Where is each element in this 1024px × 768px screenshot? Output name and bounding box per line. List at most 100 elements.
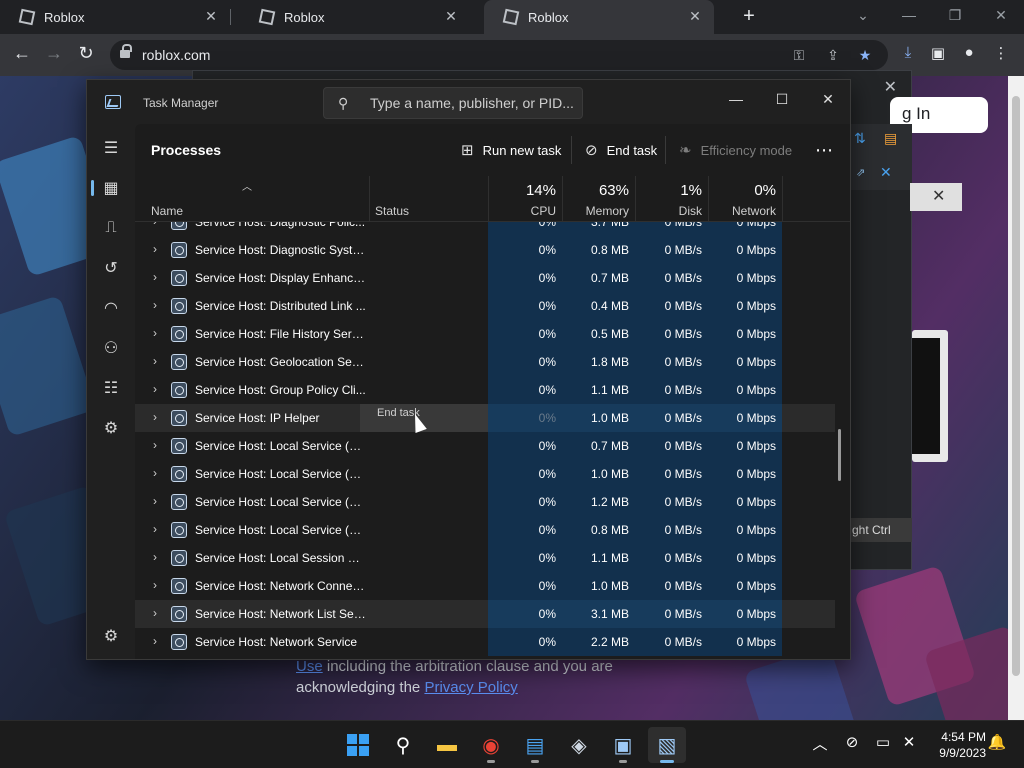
download-icon[interactable]: ⤓ xyxy=(897,44,919,61)
search-taskbar-icon[interactable]: ⚲ xyxy=(384,727,422,763)
profile-icon[interactable]: ● xyxy=(958,44,980,61)
show-hidden-icons-chevron-icon[interactable]: ︿ xyxy=(809,733,831,754)
restore-icon[interactable]: ❐ xyxy=(932,0,978,30)
start-button[interactable] xyxy=(339,727,377,763)
display-icon[interactable]: ▭ xyxy=(872,733,894,751)
vm-close-icon[interactable]: ✕ xyxy=(880,164,892,181)
page-scrollbar[interactable] xyxy=(1008,76,1024,720)
table-row[interactable]: › Service Host: Diagnostic Syste... 0% 0.8 … xyxy=(135,236,835,264)
table-row[interactable]: › Service Host: Network Connec... 0% 1.0 MB… xyxy=(135,572,835,600)
nav-details-icon[interactable]: ☷ xyxy=(91,370,131,406)
expand-chevron-icon[interactable]: › xyxy=(153,466,163,480)
notification-bell-icon[interactable]: 🔔 xyxy=(986,733,1008,751)
table-row[interactable]: › Service Host: File History Servi... 0% 0.… xyxy=(135,320,835,348)
vm-pin-icon[interactable]: ⇗ xyxy=(856,166,865,179)
expand-chevron-icon[interactable]: › xyxy=(153,606,163,620)
expand-chevron-icon[interactable]: › xyxy=(153,298,163,312)
share-icon[interactable]: ⇪ xyxy=(824,47,842,64)
privacy-policy-link[interactable]: Privacy Policy xyxy=(424,679,517,696)
column-divider[interactable] xyxy=(488,176,489,222)
run-new-task-button[interactable]: ⊞ Run new task xyxy=(461,138,561,162)
virtualbox-icon[interactable]: ◈ xyxy=(560,727,598,763)
notepad-icon[interactable]: ▤ xyxy=(516,727,554,763)
table-row[interactable]: › Service Host: Group Policy Cli... 0% 1.1 … xyxy=(135,376,835,404)
expand-chevron-icon[interactable]: › xyxy=(153,578,163,592)
nav-startup-apps-icon[interactable]: ◠ xyxy=(91,290,131,326)
url-text[interactable]: roblox.com xyxy=(142,47,210,63)
expand-chevron-icon[interactable]: › xyxy=(153,438,163,452)
table-row[interactable]: › Service Host: Distributed Link ... 0% 0.4… xyxy=(135,292,835,320)
tab-search-icon[interactable]: ⌄ xyxy=(840,0,886,30)
table-row[interactable]: › Service Host: Local Service (N... 0% 0.8 … xyxy=(135,516,835,544)
close-window-icon[interactable]: ✕ xyxy=(805,84,850,114)
task-manager-titlebar[interactable]: Task Manager ⚲ — ☐ ✕ xyxy=(87,80,850,124)
column-status[interactable]: Status xyxy=(369,176,488,222)
nav-performance-icon[interactable]: ⎍ xyxy=(91,210,131,246)
expand-chevron-icon[interactable]: › xyxy=(153,494,163,508)
search-input[interactable] xyxy=(370,94,574,112)
column-divider[interactable] xyxy=(562,176,563,222)
expand-chevron-icon[interactable]: › xyxy=(153,522,163,536)
terms-of-use-link[interactable]: Use xyxy=(296,658,323,675)
browser-tab-1[interactable]: Roblox ✕ xyxy=(0,0,231,34)
system-clock[interactable]: 4:54 PM 9/9/2023 xyxy=(930,729,986,761)
close-tab-icon[interactable]: ✕ xyxy=(686,8,704,25)
reload-icon[interactable]: ↻ xyxy=(74,43,98,64)
efficiency-mode-button[interactable]: ❧ Efficiency mode xyxy=(679,138,792,162)
table-row[interactable]: › Service Host: Local Service (N... 0% 1.2 … xyxy=(135,488,835,516)
key-icon[interactable]: ⚿ xyxy=(790,47,808,64)
chrome-icon[interactable]: ◉ xyxy=(472,727,510,763)
close-icon[interactable]: ✕ xyxy=(884,77,897,97)
hamburger-menu-icon[interactable]: ☰ xyxy=(91,130,131,166)
nav-processes-icon[interactable]: ▦ xyxy=(91,170,131,206)
settings-gear-icon[interactable]: ⚙ xyxy=(91,618,131,654)
column-divider[interactable] xyxy=(708,176,709,222)
table-row[interactable]: › Service Host: IP Helper 0% 1.0 MB 0 MB/s 0 … xyxy=(135,404,835,432)
process-list-scrollbar[interactable] xyxy=(838,429,841,481)
new-tab-button[interactable]: + xyxy=(738,5,760,28)
minimize-icon[interactable]: — xyxy=(886,0,932,30)
expand-chevron-icon[interactable]: › xyxy=(153,410,163,424)
table-row[interactable]: › Service Host: Local Session M... 0% 1.1 M… xyxy=(135,544,835,572)
table-row[interactable]: › Service Host: Network Service 0% 2.2 MB 0 … xyxy=(135,628,835,656)
address-bar[interactable]: roblox.com ⚿ ⇪ ★ xyxy=(110,40,888,70)
network-icon[interactable]: ⊘ xyxy=(841,733,863,751)
expand-chevron-icon[interactable]: › xyxy=(153,242,163,256)
column-network[interactable]: 0% Network xyxy=(708,176,782,222)
column-name[interactable]: Name xyxy=(135,176,369,222)
expand-chevron-icon[interactable]: › xyxy=(153,382,163,396)
nav-users-icon[interactable]: ⚇ xyxy=(91,330,131,366)
page-scrollbar-thumb[interactable] xyxy=(1012,96,1020,676)
expand-chevron-icon[interactable]: › xyxy=(153,354,163,368)
close-tab-icon[interactable]: ✕ xyxy=(442,8,460,25)
browser-tab-2[interactable]: Roblox ✕ xyxy=(240,0,470,34)
more-options-icon[interactable]: ⋯ xyxy=(815,138,833,162)
close-tab-icon[interactable]: ✕ xyxy=(202,8,220,25)
table-row[interactable]: › Service Host: Network List Ser... 0% 3.1 … xyxy=(135,600,835,628)
nav-services-icon[interactable]: ⚙ xyxy=(91,410,131,446)
minimize-icon[interactable]: — xyxy=(713,84,759,114)
column-divider[interactable] xyxy=(369,176,370,222)
table-row[interactable]: › Service Host: Display Enhance... 0% 0.7 M… xyxy=(135,264,835,292)
side-panel-icon[interactable]: ▣ xyxy=(927,44,949,62)
volume-muted-icon[interactable]: ✕ xyxy=(898,733,920,751)
task-manager-taskbar-icon[interactable]: ▧ xyxy=(648,727,686,763)
column-divider[interactable] xyxy=(635,176,636,222)
expand-chevron-icon[interactable]: › xyxy=(153,550,163,564)
vm-display-icon[interactable]: ▤ xyxy=(884,130,897,147)
bookmark-star-icon[interactable]: ★ xyxy=(856,47,874,64)
expand-chevron-icon[interactable]: › xyxy=(153,634,163,648)
close-window-icon[interactable]: ✕ xyxy=(978,0,1024,30)
table-row[interactable]: › Service Host: Local Service (N... 0% 1.0 … xyxy=(135,460,835,488)
expand-chevron-icon[interactable]: › xyxy=(153,270,163,284)
column-cpu[interactable]: 14% CPU xyxy=(488,176,562,222)
file-explorer-icon[interactable]: ▬ xyxy=(428,727,466,763)
back-arrow-icon[interactable]: ← xyxy=(10,43,34,64)
vm-settings-icon[interactable]: ⇅ xyxy=(854,130,866,147)
vm-icon[interactable]: ▣ xyxy=(604,727,642,763)
nav-app-history-icon[interactable]: ↺ xyxy=(91,250,131,286)
maximize-icon[interactable]: ☐ xyxy=(759,84,805,114)
table-row[interactable]: › Service Host: Geolocation Serv... 0% 1.8 … xyxy=(135,348,835,376)
table-row[interactable]: › Service Host: Local Service (N... 0% 0.7 … xyxy=(135,432,835,460)
lock-icon[interactable] xyxy=(120,44,132,60)
